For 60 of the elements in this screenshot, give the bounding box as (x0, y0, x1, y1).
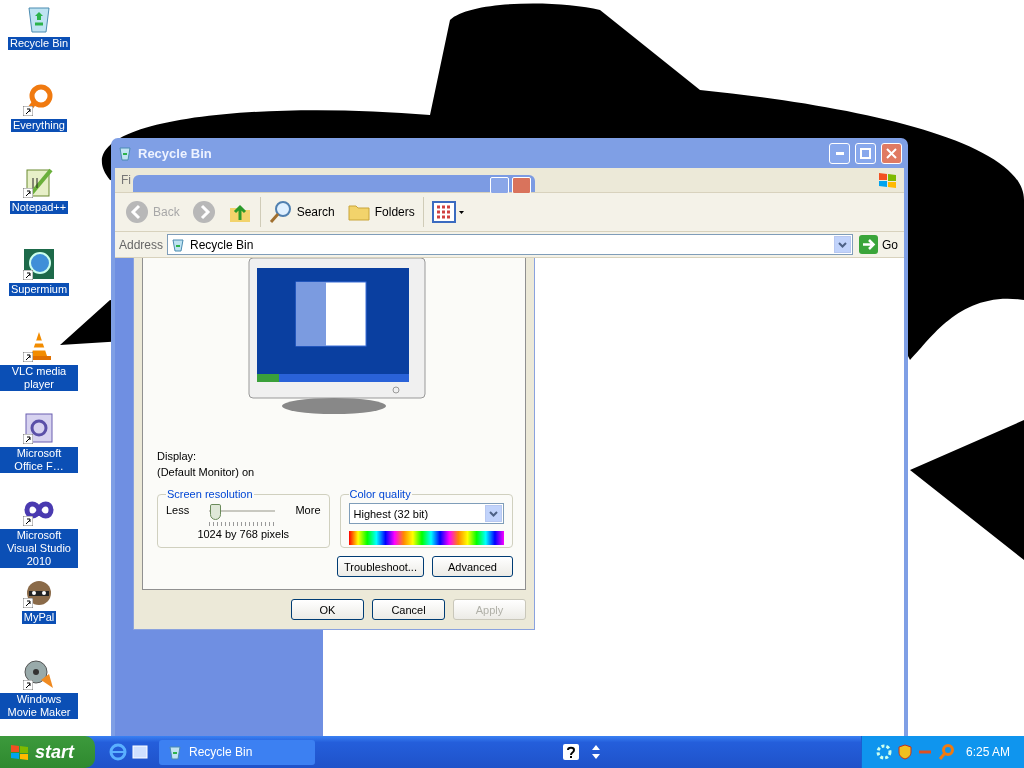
taskbar-button[interactable]: Recycle Bin (159, 739, 315, 765)
desktop-icon[interactable] (131, 743, 149, 761)
desktop-icon-label[interactable]: Recycle Bin (7, 37, 71, 50)
globe-icon[interactable] (23, 248, 55, 280)
close-icon (886, 147, 897, 159)
desktop-icon-label[interactable]: Notepad++ (9, 201, 69, 214)
maximize-button[interactable] (855, 142, 876, 164)
recycle-bin-icon (117, 145, 133, 161)
dropdown-button[interactable] (485, 505, 502, 522)
caret-icon (838, 241, 847, 248)
go-arrow-icon (859, 235, 878, 254)
resolution-slider[interactable] (209, 504, 276, 526)
search-button[interactable]: Search (264, 198, 339, 226)
desktop-icon-label[interactable]: Supermium (8, 283, 70, 296)
dialog-button[interactable]: Troubleshoot... (337, 556, 424, 577)
group-title: Screen resolution (166, 488, 254, 500)
notepad-icon[interactable] (23, 166, 55, 198)
views-icon (431, 201, 466, 223)
windows-flag-icon (10, 743, 30, 761)
shield-icon[interactable] (897, 744, 912, 760)
browser-e-icon[interactable] (109, 743, 127, 761)
dialog-button[interactable]: Cancel (372, 599, 445, 620)
desktop-icon-label[interactable]: Windows Movie Maker (0, 693, 78, 719)
go-button[interactable]: Go (857, 235, 900, 254)
less-label: Less (166, 503, 190, 518)
recycle-bin-icon (171, 237, 186, 252)
display-value: (Default Monitor) on (157, 465, 256, 480)
search-icon (268, 200, 293, 224)
more-label: More (295, 503, 321, 518)
minimize-button[interactable] (829, 142, 850, 164)
menu-item[interactable]: Fi (121, 173, 131, 187)
resolution-reading: 1024 by 768 pixels (196, 528, 291, 540)
desktop-icon-label[interactable]: MyPal (21, 611, 57, 624)
address-label: Address (119, 237, 164, 252)
minimize-icon (835, 151, 844, 155)
address-field[interactable]: Recycle Bin (167, 234, 853, 255)
form-document-icon[interactable] (23, 412, 55, 444)
color-quality-select[interactable]: Highest (32 bit) (348, 503, 504, 524)
display-label: Display: (157, 449, 198, 464)
dialog-button[interactable]: Advanced (432, 556, 513, 577)
desktop-icon-label[interactable]: Microsoft Office F… (0, 447, 78, 473)
window-title: Recycle Bin (138, 145, 213, 161)
desktop-icon-label[interactable]: VLC media player (0, 365, 78, 391)
desktop-icon-label[interactable]: Microsoft Visual Studio 2010 (0, 529, 78, 568)
close-button[interactable] (881, 142, 902, 164)
slider-thumb[interactable] (209, 504, 221, 520)
clock: 6:25 AM (965, 745, 1010, 759)
dialog-button[interactable]: OK (291, 599, 364, 620)
caret-icon (489, 510, 498, 517)
dropdown-button[interactable] (834, 236, 851, 253)
help-icon[interactable] (563, 744, 579, 760)
group-title: Color quality (348, 488, 412, 500)
folders-button[interactable]: Folders (342, 198, 419, 226)
updown-icon[interactable] (591, 744, 601, 760)
windows-flag-icon (878, 171, 898, 189)
maximize-icon (860, 147, 871, 159)
recycle-bin-icon (167, 744, 183, 760)
start-button[interactable]: start (0, 736, 95, 768)
desktop-icon-label[interactable]: Everything (11, 119, 67, 132)
film-reel-icon[interactable] (23, 658, 55, 690)
